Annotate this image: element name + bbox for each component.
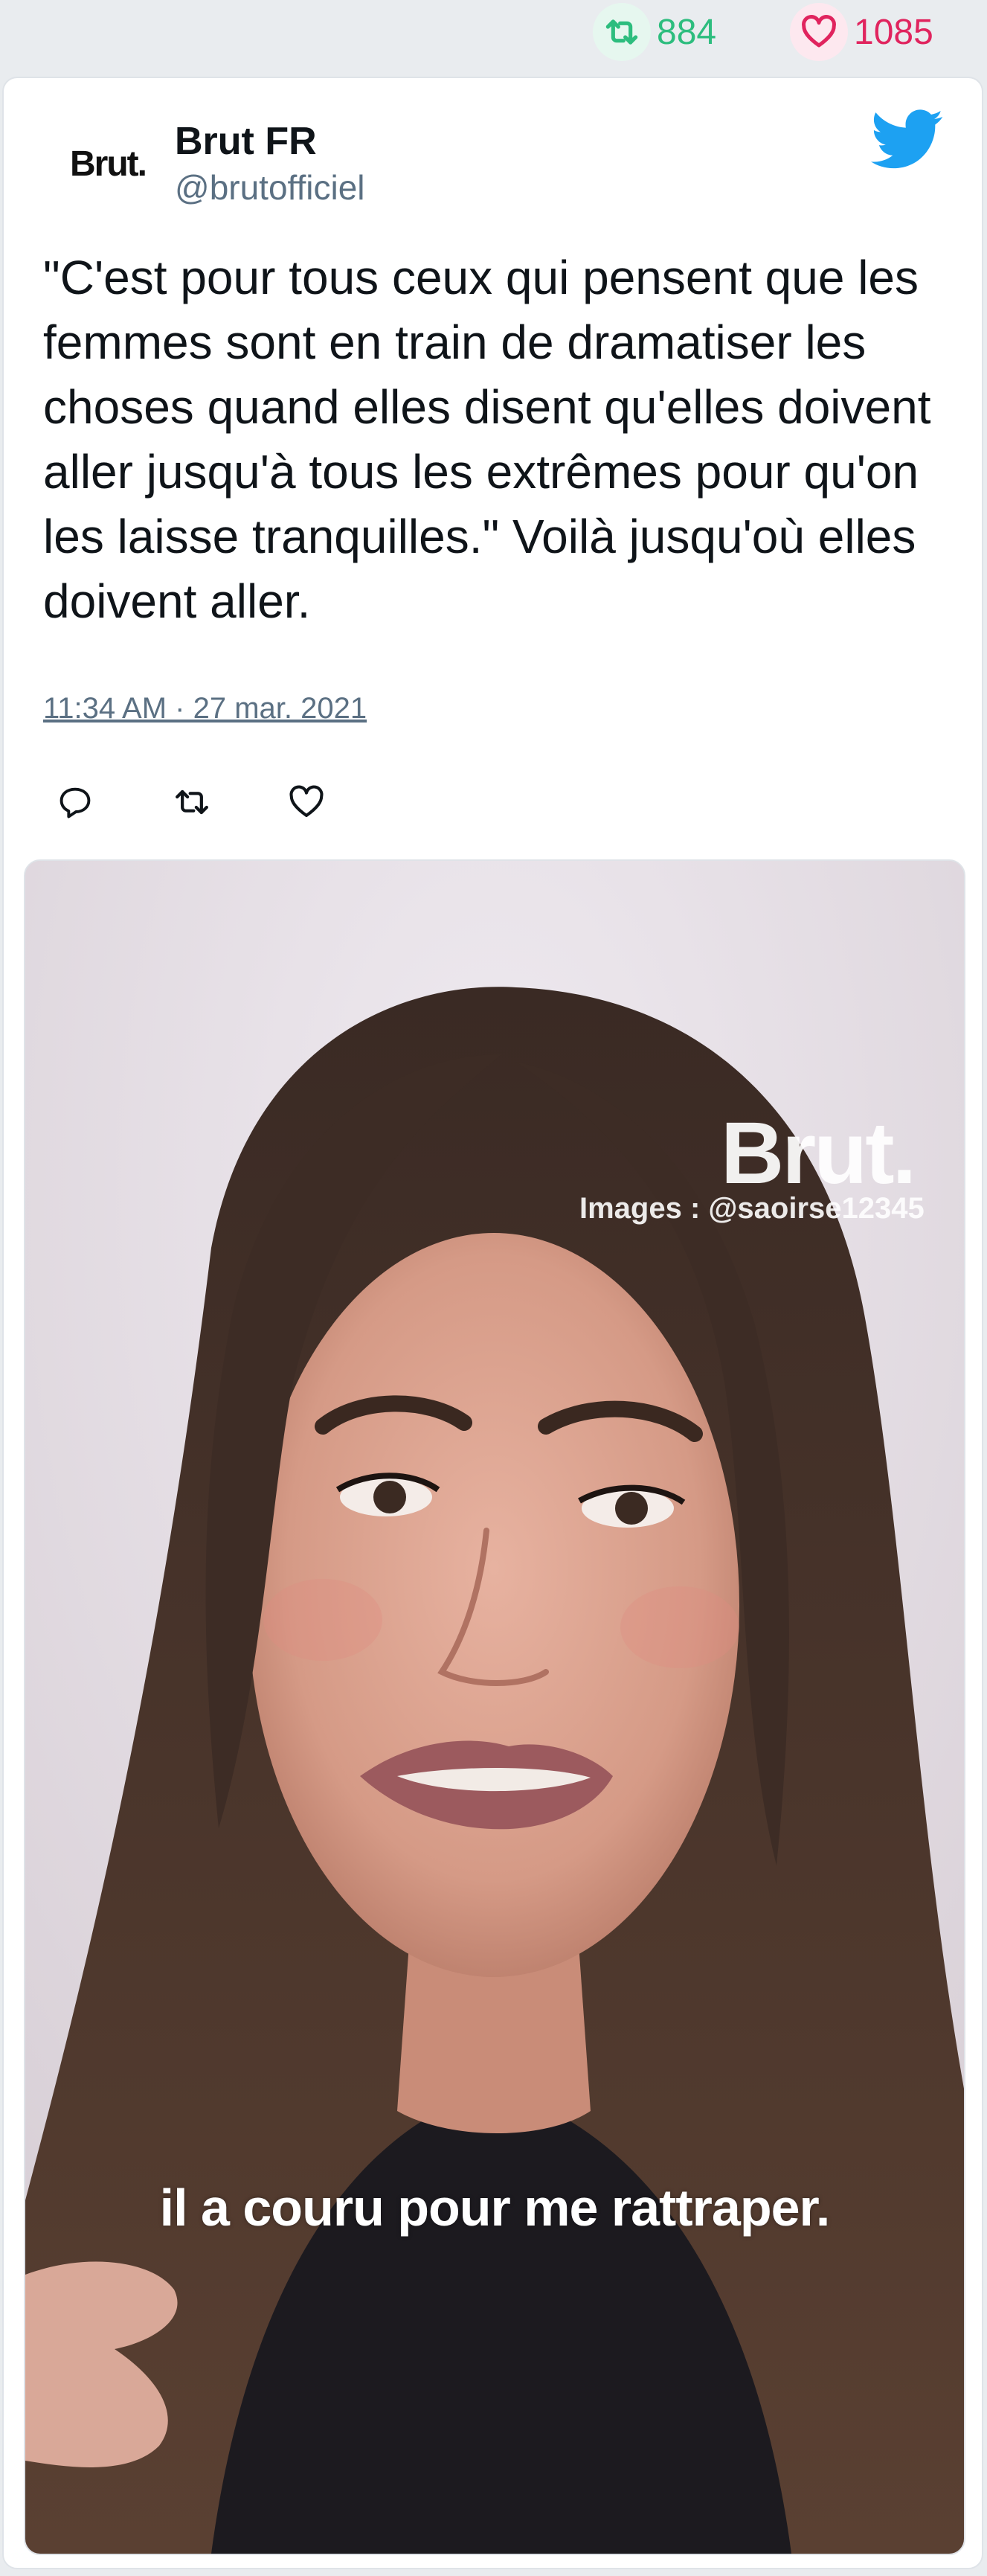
twitter-bird-icon[interactable] [870, 109, 945, 174]
like-count: 1085 [854, 12, 933, 52]
video-thumbnail[interactable]: Brut. Images : @saoirse12345 il a couru … [24, 859, 965, 2555]
author-name[interactable]: Brut FR [175, 119, 317, 164]
retweet-button[interactable] [171, 778, 286, 830]
tweet-stats-bar: 884 1085 [0, 0, 987, 74]
retweet-count: 884 [657, 12, 717, 52]
tweet-actions [56, 778, 402, 830]
like-count-stat[interactable]: 1085 [790, 3, 933, 61]
avatar-logo-text: Brut. [70, 144, 147, 184]
retweet-icon [593, 3, 651, 61]
tweet-text: "C'est pour tous ceux qui pensent que le… [43, 251, 931, 628]
retweet-count-stat[interactable]: 884 [593, 3, 717, 61]
heart-icon [286, 782, 327, 826]
retweet-icon [171, 781, 213, 827]
reply-icon [56, 783, 94, 825]
tweet-timestamp-link[interactable]: 11:34 AM · 27 mar. 2021 [43, 692, 367, 725]
video-subtitle: il a couru pour me rattraper. [159, 2179, 831, 2237]
heart-icon [790, 3, 848, 61]
tweet-card: Brut. Brut FR @brutofficiel "C'est pour … [2, 77, 983, 2569]
like-button[interactable] [286, 778, 402, 830]
author-handle[interactable]: @brutofficiel [175, 167, 365, 208]
image-credit: Images : @saoirse12345 [579, 1192, 925, 1225]
reply-button[interactable] [56, 778, 171, 830]
avatar[interactable]: Brut. [37, 123, 179, 205]
brut-watermark-logo: Brut. [721, 1104, 916, 1202]
